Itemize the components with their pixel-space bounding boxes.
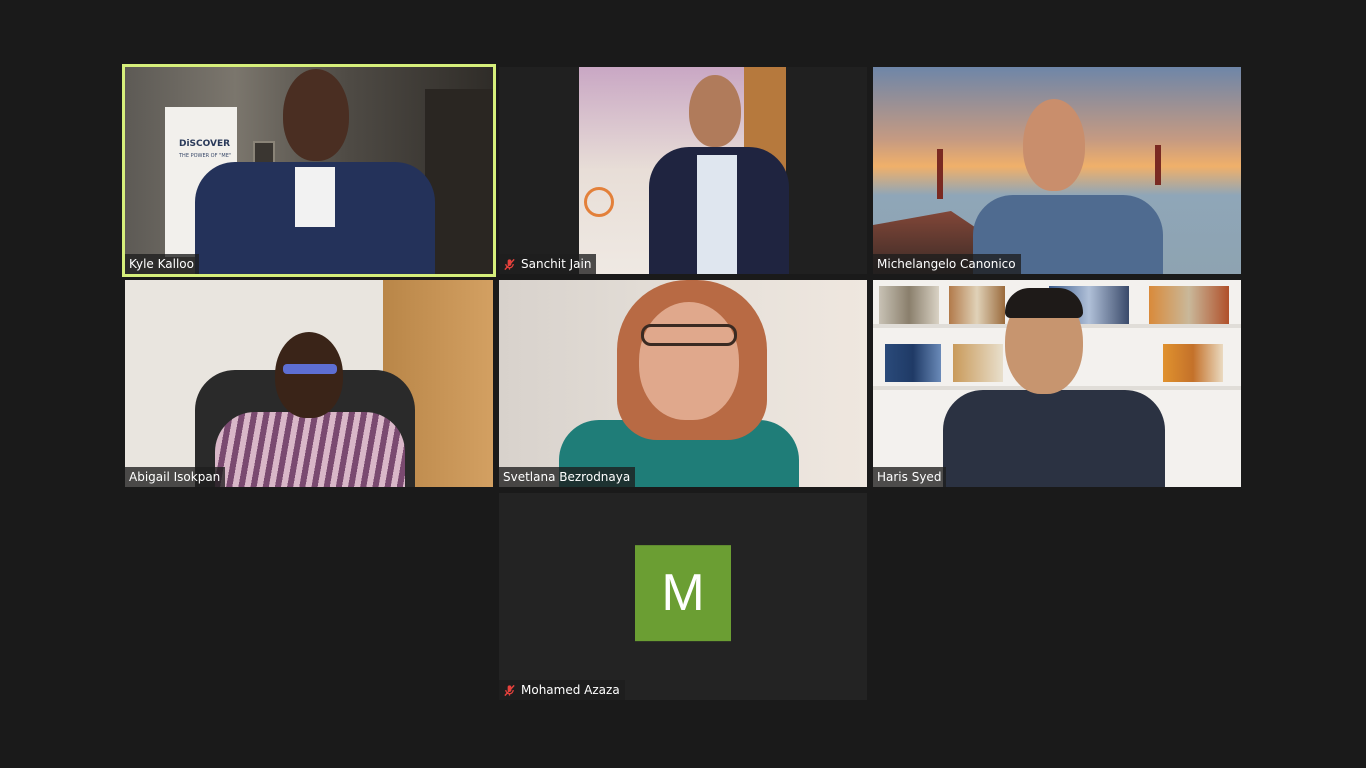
bridge-tower: [937, 149, 943, 199]
name-tag: Mohamed Azaza: [499, 680, 625, 700]
books: [885, 344, 941, 382]
video-feed: [873, 280, 1241, 487]
bridge-tower: [1155, 145, 1161, 185]
avatar: M: [635, 544, 731, 641]
books: [949, 286, 1005, 324]
books: [1149, 286, 1229, 324]
name-tag: Kyle Kalloo: [125, 254, 199, 274]
gallery-view: DiSCOVER THE POWER OF "ME" Kyle Kalloo S…: [0, 0, 1366, 768]
participant-name: Svetlana Bezrodnaya: [503, 470, 631, 484]
mic-muted-icon: [504, 258, 515, 270]
participant-name: Haris Syed: [877, 470, 942, 484]
video-feed: [873, 67, 1241, 274]
door: [425, 89, 493, 274]
books: [953, 344, 1003, 382]
participant-name: Abigail Isokpan: [129, 470, 221, 484]
video-tile-abigail-isokpan[interactable]: Abigail Isokpan: [125, 280, 493, 487]
video-tile-svetlana-bezrodnaya[interactable]: Svetlana Bezrodnaya: [499, 280, 867, 487]
video-tile-mohamed-azaza[interactable]: M Mohamed Azaza: [499, 493, 867, 700]
participant-name: Mohamed Azaza: [521, 683, 620, 697]
name-tag: Svetlana Bezrodnaya: [499, 467, 636, 487]
video-feed: [125, 280, 493, 487]
mic-muted-icon: [504, 684, 515, 696]
video-feed: [499, 67, 867, 274]
name-tag: Abigail Isokpan: [125, 467, 226, 487]
participant-name: Michelangelo Canonico: [877, 257, 1016, 271]
books: [879, 286, 939, 324]
video-tile-kyle-kalloo[interactable]: DiSCOVER THE POWER OF "ME" Kyle Kalloo: [122, 64, 496, 277]
video-tile-sanchit-jain[interactable]: Sanchit Jain: [499, 67, 867, 274]
name-tag: Haris Syed: [873, 467, 947, 487]
participant-name: Sanchit Jain: [521, 257, 592, 271]
name-tag: Michelangelo Canonico: [873, 254, 1021, 274]
participant-name: Kyle Kalloo: [129, 257, 194, 271]
video-tile-michelangelo-canonico[interactable]: Michelangelo Canonico: [873, 67, 1241, 274]
video-feed: [499, 280, 867, 487]
avatar-letter: M: [661, 563, 705, 622]
banner-text: DiSCOVER: [179, 139, 231, 149]
books: [1163, 344, 1223, 382]
video-feed: DiSCOVER THE POWER OF "ME": [125, 67, 493, 274]
banner-subtext: THE POWER OF "ME": [179, 153, 232, 159]
video-tile-haris-syed[interactable]: Haris Syed: [873, 280, 1241, 487]
name-tag: Sanchit Jain: [499, 254, 597, 274]
logo-circle: [584, 187, 614, 217]
